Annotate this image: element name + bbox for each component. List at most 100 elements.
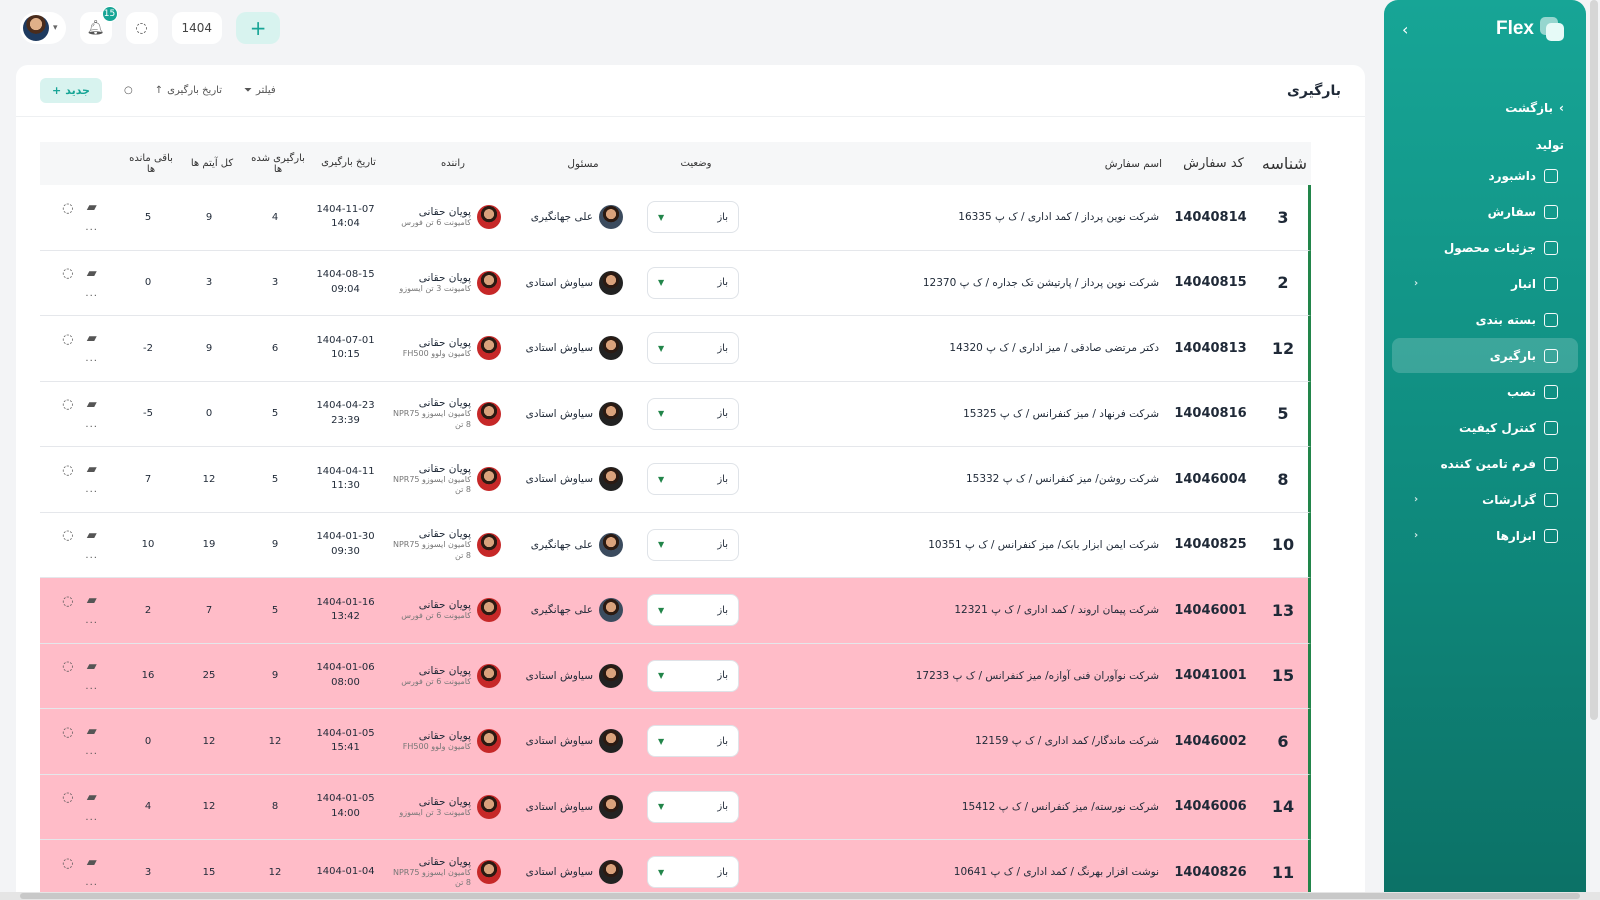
add-button[interactable]: + [236,12,281,44]
more-options-icon[interactable]: ... [85,681,98,692]
table-row[interactable]: 12 14040813 دکتر مرتضی صادقی / میز اداری /… [40,316,1311,382]
filter-button[interactable]: فیلتر ⏷ [244,85,276,96]
more-options-icon[interactable]: ... [85,222,98,233]
vertical-scrollbar[interactable] [1590,0,1598,720]
status-select[interactable]: باز ▼ [647,659,739,692]
status-select[interactable]: باز ▼ [647,856,739,889]
note-icon[interactable]: ▰ [87,267,97,280]
sidebar-item[interactable]: بسته بندی [1392,302,1578,337]
menu-icon [1544,384,1558,399]
note-icon[interactable]: ▰ [87,463,97,476]
more-options-icon[interactable]: ... [85,877,98,888]
order-code: 14046004 [1174,471,1247,487]
note-icon[interactable]: ▰ [87,529,97,542]
col-remaining[interactable]: باقی مانده ها [123,153,179,175]
more-options-icon[interactable]: ... [85,353,98,364]
remaining-count: 10 [141,539,155,551]
user-menu[interactable]: ▾ [20,12,66,44]
sidebar-item[interactable]: جزئیات محصول [1392,230,1578,265]
note-icon[interactable]: ▰ [87,332,97,345]
note-icon[interactable]: ▰ [87,594,97,607]
responsible-avatar [599,336,623,361]
more-options-icon[interactable]: ... [85,419,98,430]
brand-logo[interactable]: Flex [1496,17,1564,41]
more-options-icon[interactable]: ... [85,812,98,823]
table-row[interactable]: 5 14040816 شرکت فرنهاد / میز کنفرانس / ک پ… [40,381,1311,447]
col-loaded[interactable]: بارگیری شده ها [245,153,311,175]
status-select[interactable]: باز ▼ [647,594,739,627]
driver-avatar [477,205,501,230]
status-select[interactable]: باز ▼ [647,201,739,234]
status-select[interactable]: باز ▼ [647,397,739,430]
col-date[interactable]: تاریخ بارگیری [311,156,386,171]
status-select[interactable]: باز ▼ [647,528,739,561]
col-id[interactable]: شناسه [1261,154,1311,173]
sidebar-item[interactable]: انبار ‹ [1392,266,1578,301]
col-status[interactable]: وضعیت [646,158,746,169]
sidebar-item[interactable]: گزارشات ‹ [1392,482,1578,517]
table-row[interactable]: 10 14040825 شرکت ایمن ابزار بابک/ میز کنفر… [40,512,1311,578]
horizontal-scrollbar[interactable] [0,892,1600,900]
collapse-sidebar-button[interactable]: › [1402,20,1408,39]
table-row[interactable]: 6 14046002 شرکت ماندگار/ کمد اداری / ک پ 1… [40,709,1311,775]
chat-icon[interactable]: ◌ [62,595,73,608]
sidebar-item[interactable]: فرم تامین کننده [1392,446,1578,481]
back-link[interactable]: › بازگشت [1384,58,1586,128]
table-row[interactable]: 14 14046006 شرکت نورسته/ میز کنفرانس / ک پ… [40,774,1311,840]
sidebar-item[interactable]: بارگیری [1392,338,1578,373]
menu-icon [1544,276,1558,291]
note-icon[interactable]: ▰ [87,725,97,738]
more-options-icon[interactable]: ... [85,746,98,757]
note-icon[interactable]: ▰ [87,201,97,214]
more-options-icon[interactable]: ... [85,615,98,626]
table-row[interactable]: 8 14046004 شرکت روشن/ میز کنفرانس / ک پ 15… [40,447,1311,513]
note-icon[interactable]: ▰ [87,791,97,804]
sidebar-item[interactable]: ابزارها ‹ [1392,518,1578,553]
menu-icon [1544,420,1558,435]
col-name[interactable]: اسم سفارش [746,158,1166,170]
table-row[interactable]: 15 14041001 شرکت نوآوران فنی آوازه/ میز کن… [40,643,1311,709]
notifications-button[interactable]: 🔔︎ 15 [79,6,118,44]
chat-icon[interactable]: ◌ [62,202,73,215]
year-selector[interactable]: 1404 [171,12,223,44]
order-code: 14046001 [1174,602,1247,618]
more-options-icon[interactable]: ... [85,288,98,299]
more-options-icon[interactable]: ... [85,550,98,561]
note-icon[interactable]: ▰ [87,398,97,411]
sidebar-item[interactable]: کنترل کیفیت [1392,410,1578,445]
chat-icon[interactable]: ◌ [62,464,73,477]
col-driver[interactable]: راننده [386,158,516,169]
status-select[interactable]: باز ▼ [647,332,739,365]
status-select[interactable]: باز ▼ [647,725,739,758]
status-select[interactable]: باز ▼ [647,266,739,299]
note-icon[interactable]: ▰ [87,660,97,673]
total-count: 19 [202,539,216,551]
col-total[interactable]: کل آیتم ها [179,158,245,169]
status-select[interactable]: باز ▼ [647,463,739,496]
chat-icon[interactable]: ◌ [62,267,73,280]
chat-button[interactable]: ◌ [125,12,158,44]
table-row[interactable]: 2 14040815 شرکت نوین پرداز / پارتیشن تک جد… [40,250,1311,316]
sidebar-item[interactable]: سفارش [1392,194,1578,229]
more-options-icon[interactable]: ... [85,484,98,495]
sidebar-item[interactable]: داشبورد [1392,158,1578,193]
chat-icon[interactable]: ◌ [62,333,73,346]
table-header: شناسه کد سفارش اسم سفارش وضعیت مسئول ران… [40,142,1311,185]
chat-icon[interactable]: ◌ [62,857,73,870]
table-row[interactable]: 3 14040814 شرکت نوین پرداز / کمد اداری / ک… [40,185,1311,251]
table-row[interactable]: 13 14046001 شرکت پیمان اروند / کمد اداری /… [40,578,1311,644]
chat-icon[interactable]: ◌ [62,660,73,673]
table-row[interactable]: 11 14040826 نوشت افزار بهرنگ / کمد اداری /… [40,840,1311,900]
chat-icon[interactable]: ◌ [62,726,73,739]
col-code[interactable]: کد سفارش [1166,156,1261,171]
sort-button[interactable]: تاریخ بارگیری ↑ [155,85,222,96]
chat-icon[interactable]: ◌ [62,398,73,411]
note-icon[interactable]: ▰ [87,856,97,869]
chat-icon[interactable]: ◌ [62,529,73,542]
chat-icon[interactable]: ◌ [62,791,73,804]
col-responsible[interactable]: مسئول [516,158,646,170]
status-select[interactable]: باز ▼ [647,790,739,823]
search-button[interactable]: ○ [124,85,133,96]
new-button[interactable]: جدید + [40,78,102,103]
sidebar-item[interactable]: نصب [1392,374,1578,409]
